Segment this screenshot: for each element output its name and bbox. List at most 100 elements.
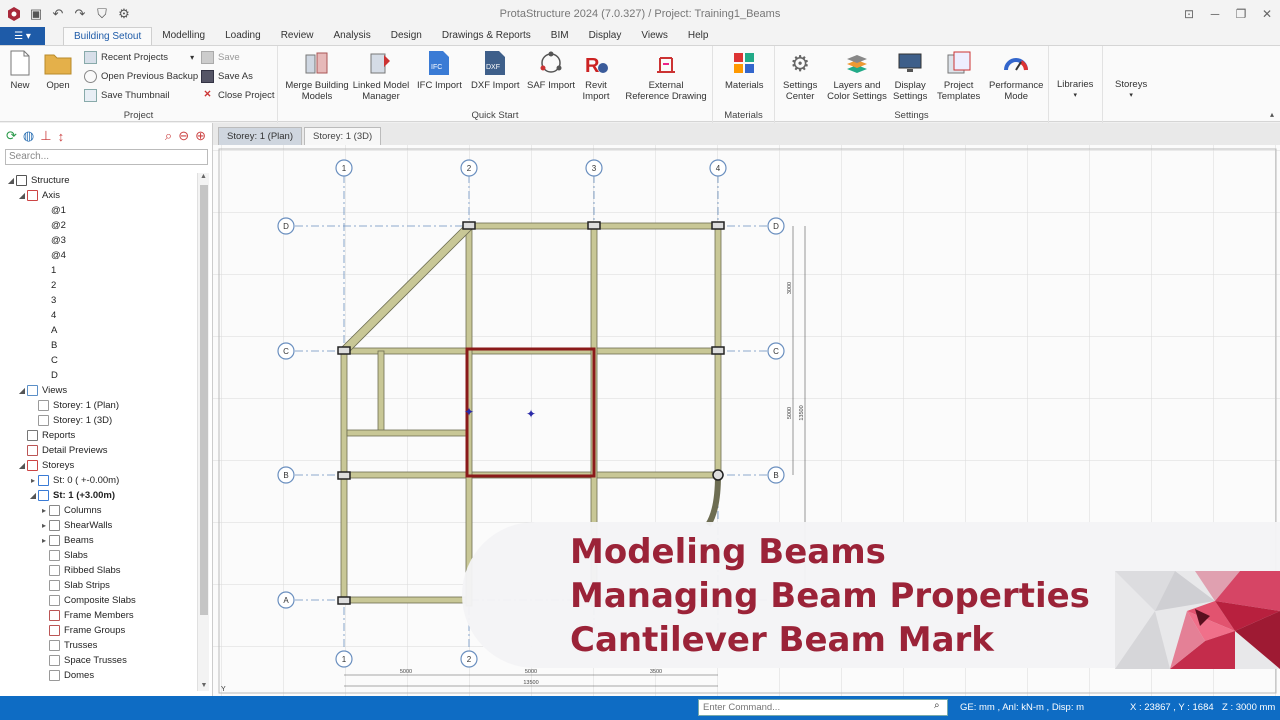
tree-node[interactable]: Reports bbox=[0, 428, 198, 443]
tree-node[interactable]: Detail Previews bbox=[0, 443, 198, 458]
save-icon[interactable]: ▣ bbox=[26, 4, 46, 24]
tree-node[interactable]: ◢ Axis bbox=[0, 188, 198, 203]
settings-center-button[interactable]: ⚙ Settings Center bbox=[783, 49, 817, 102]
tab-bim[interactable]: BIM bbox=[541, 27, 579, 45]
dxf-import-button[interactable]: DXF DXF Import bbox=[471, 49, 520, 91]
tree-expander-icon[interactable]: ▸ bbox=[28, 476, 38, 485]
close-button[interactable]: ✕ bbox=[1254, 0, 1280, 27]
saf-import-button[interactable]: SAF Import bbox=[527, 49, 575, 91]
materials-button[interactable]: Materials bbox=[725, 49, 764, 91]
tree-node[interactable]: ▸ Beams bbox=[0, 533, 198, 548]
tree-node[interactable]: Domes bbox=[0, 668, 198, 683]
tree-node[interactable]: ◢ Views bbox=[0, 383, 198, 398]
tree-node[interactable]: @4 bbox=[0, 248, 198, 263]
tree-node[interactable]: ▸ ShearWalls bbox=[0, 518, 198, 533]
tab-design[interactable]: Design bbox=[381, 27, 432, 45]
tab-review[interactable]: Review bbox=[271, 27, 324, 45]
tab-storey-3d[interactable]: Storey: 1 (3D) bbox=[304, 127, 382, 145]
open-button[interactable]: Open bbox=[44, 49, 72, 91]
tree-node[interactable]: Frame Groups bbox=[0, 623, 198, 638]
save-button[interactable]: Save bbox=[201, 49, 240, 65]
minimize-button[interactable]: ─ bbox=[1202, 0, 1228, 27]
tree-node[interactable]: ◢ Structure bbox=[0, 173, 198, 188]
gear-icon[interactable]: ⚙ bbox=[114, 4, 134, 24]
open-backup-button[interactable]: Open Previous Backup bbox=[84, 68, 198, 84]
tree-expander-icon[interactable]: ▸ bbox=[39, 506, 49, 515]
tree-node[interactable]: Slabs bbox=[0, 548, 198, 563]
tree-expander-icon[interactable]: ▸ bbox=[39, 521, 49, 530]
tab-storey-plan[interactable]: Storey: 1 (Plan) bbox=[218, 127, 302, 145]
libraries-button[interactable]: Libraries ▾ bbox=[1057, 79, 1093, 101]
undo-icon[interactable]: ↶ bbox=[48, 4, 68, 24]
tree-search-input[interactable]: Search... bbox=[5, 149, 208, 165]
save-thumbnail-button[interactable]: Save Thumbnail bbox=[84, 87, 169, 103]
tab-loading[interactable]: Loading bbox=[215, 27, 271, 45]
tree-expander-icon[interactable]: ◢ bbox=[17, 461, 27, 470]
command-input[interactable]: Enter Command... bbox=[698, 699, 948, 716]
save-as-button[interactable]: Save As bbox=[201, 68, 253, 84]
refresh-icon[interactable]: ⟳ bbox=[6, 128, 17, 144]
tree-node[interactable]: Frame Members bbox=[0, 608, 198, 623]
tree-node[interactable]: 1 bbox=[0, 263, 198, 278]
tab-views[interactable]: Views bbox=[631, 27, 678, 45]
scroll-down-icon[interactable]: ▼ bbox=[198, 682, 210, 689]
tab-analysis[interactable]: Analysis bbox=[323, 27, 380, 45]
tree-node[interactable]: A bbox=[0, 323, 198, 338]
layers-color-button[interactable]: Layers and Color Settings bbox=[827, 49, 887, 102]
tree-node[interactable]: Space Trusses bbox=[0, 653, 198, 668]
maximize-button[interactable]: ❐ bbox=[1228, 0, 1254, 27]
tab-help[interactable]: Help bbox=[678, 27, 719, 45]
filter-icon[interactable]: ⛉ bbox=[92, 4, 112, 24]
tab-display[interactable]: Display bbox=[579, 27, 632, 45]
close-project-button[interactable]: ✕ Close Project bbox=[201, 87, 275, 103]
tree-node[interactable]: 4 bbox=[0, 308, 198, 323]
tree-node[interactable]: 3 bbox=[0, 293, 198, 308]
tree-expander-icon[interactable]: ◢ bbox=[17, 191, 27, 200]
merge-models-button[interactable]: Merge Building Models bbox=[285, 49, 349, 102]
revit-import-button[interactable]: R Revit Import bbox=[582, 49, 610, 102]
performance-mode-button[interactable]: Performance Mode bbox=[989, 49, 1043, 102]
tab-building-setout[interactable]: Building Setout bbox=[63, 27, 153, 45]
zoom-fit-icon[interactable]: ⌕ bbox=[165, 128, 172, 144]
tree-node[interactable]: D bbox=[0, 368, 198, 383]
linked-model-button[interactable]: Linked Model Manager bbox=[353, 49, 409, 102]
tree-expander-icon[interactable]: ▸ bbox=[39, 536, 49, 545]
redo-icon[interactable]: ↷ bbox=[70, 4, 90, 24]
scroll-up-icon[interactable]: ▲ bbox=[198, 173, 209, 180]
tab-modelling[interactable]: Modelling bbox=[152, 27, 215, 45]
tree-node[interactable]: Slab Strips bbox=[0, 578, 198, 593]
tab-drawings-reports[interactable]: Drawings & Reports bbox=[432, 27, 541, 45]
globe-icon[interactable]: ◍ bbox=[23, 128, 34, 144]
axis-tool-icon[interactable]: ⊥ bbox=[40, 128, 51, 144]
tree-node[interactable]: ◢ St: 1 (+3.00m) bbox=[0, 488, 198, 503]
tree-node[interactable]: @2 bbox=[0, 218, 198, 233]
tree-node[interactable]: @1 bbox=[0, 203, 198, 218]
ifc-import-button[interactable]: IFC IFC Import bbox=[417, 49, 462, 91]
collapse-all-icon[interactable]: ⊖ bbox=[178, 128, 189, 144]
restore-ribbon-icon[interactable]: ⊡ bbox=[1176, 0, 1202, 27]
collapse-ribbon-icon[interactable]: ▴ bbox=[1270, 110, 1274, 119]
tree-scrollbar[interactable]: ▲ ▼ bbox=[197, 173, 209, 691]
tree-node[interactable]: 2 bbox=[0, 278, 198, 293]
storeys-button[interactable]: Storeys ▾ bbox=[1115, 79, 1147, 101]
project-templates-button[interactable]: Project Templates bbox=[937, 49, 980, 102]
new-button[interactable]: New bbox=[6, 49, 34, 91]
tree-node[interactable]: Composite Slabs bbox=[0, 593, 198, 608]
tree-expander-icon[interactable]: ◢ bbox=[28, 491, 38, 500]
tree-node[interactable]: ◢ Storeys bbox=[0, 458, 198, 473]
file-menu-button[interactable]: ☰ ▾ bbox=[0, 27, 45, 45]
tree-node[interactable]: Ribbed Slabs bbox=[0, 563, 198, 578]
tree-expander-icon[interactable]: ◢ bbox=[17, 386, 27, 395]
search-icon[interactable]: ⌕ bbox=[934, 700, 940, 711]
recent-projects-button[interactable]: Recent Projects ▾ bbox=[84, 49, 194, 65]
tree-node[interactable]: Trusses bbox=[0, 638, 198, 653]
tree-node[interactable]: @3 bbox=[0, 233, 198, 248]
tree-node[interactable]: Storey: 1 (Plan) bbox=[0, 398, 198, 413]
tree-node[interactable]: B bbox=[0, 338, 198, 353]
external-reference-button[interactable]: External Reference Drawing bbox=[625, 49, 707, 102]
tree-node[interactable]: ▸ St: 0 ( +-0.00m) bbox=[0, 473, 198, 488]
tree-node[interactable]: ▸ Columns bbox=[0, 503, 198, 518]
expand-all-icon[interactable]: ⊕ bbox=[195, 128, 206, 144]
tree-node[interactable]: Storey: 1 (3D) bbox=[0, 413, 198, 428]
sort-icon[interactable]: ↕ bbox=[58, 129, 65, 144]
